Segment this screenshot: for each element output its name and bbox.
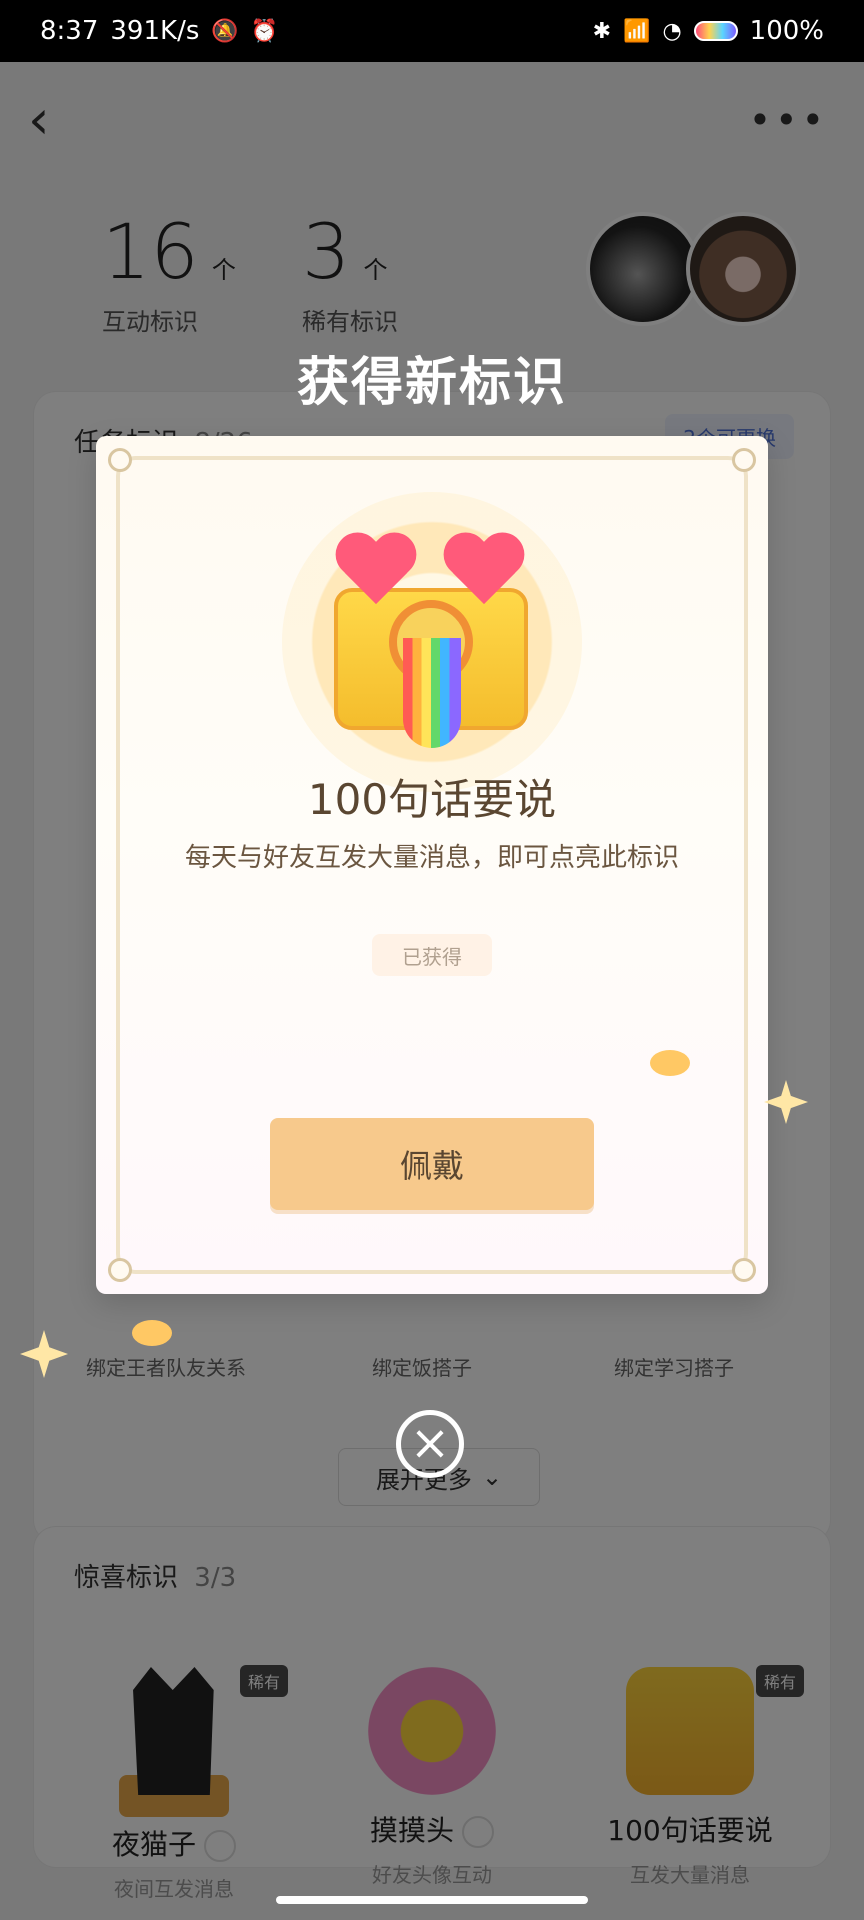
bluetooth-icon: ✱: [592, 18, 612, 44]
badge-modal: 100句话要说 每天与好友互发大量消息，即可点亮此标识 已获得 佩戴: [96, 436, 768, 1294]
modal-description: 每天与好友互发大量消息，即可点亮此标识: [184, 843, 679, 873]
status-right: ✱ 📶 ◔ 100%: [593, 16, 824, 46]
corner-decoration-icon: [732, 448, 756, 472]
alarm-icon: ⏰: [250, 18, 279, 44]
corner-decoration-icon: [732, 1258, 756, 1282]
battery-icon: [693, 21, 738, 41]
popup-heading: 获得新标识: [296, 353, 567, 413]
wear-button[interactable]: 佩戴: [270, 1118, 594, 1210]
time-text: 8:37: [40, 16, 99, 46]
corner-decoration-icon: [108, 448, 132, 472]
close-icon[interactable]: ×: [396, 1410, 464, 1478]
signal-icon: 📶: [623, 18, 651, 44]
network-speed-text: 391K/s: [110, 16, 200, 46]
100-sentences-icon: [332, 534, 528, 748]
confetti-dot-icon: [650, 1050, 690, 1076]
heart-icon: [440, 534, 528, 612]
obtained-status: 已获得: [372, 934, 492, 976]
rainbow-tongue-shape: [403, 638, 461, 748]
status-bar: 8:37 391K/s 🔕 ⏰ ✱ 📶 ◔ 100%: [0, 0, 864, 62]
modal-badge-title: 100句话要说: [307, 775, 557, 824]
status-left: 8:37 391K/s 🔕 ⏰: [40, 16, 278, 46]
mute-icon: 🔕: [211, 18, 239, 44]
heart-icon: [332, 534, 420, 612]
confetti-dot-icon: [132, 1320, 172, 1346]
corner-decoration-icon: [108, 1258, 132, 1282]
home-indicator[interactable]: [276, 1896, 588, 1904]
battery-percent: 100%: [749, 16, 824, 46]
wifi-icon: ◔: [662, 18, 682, 44]
